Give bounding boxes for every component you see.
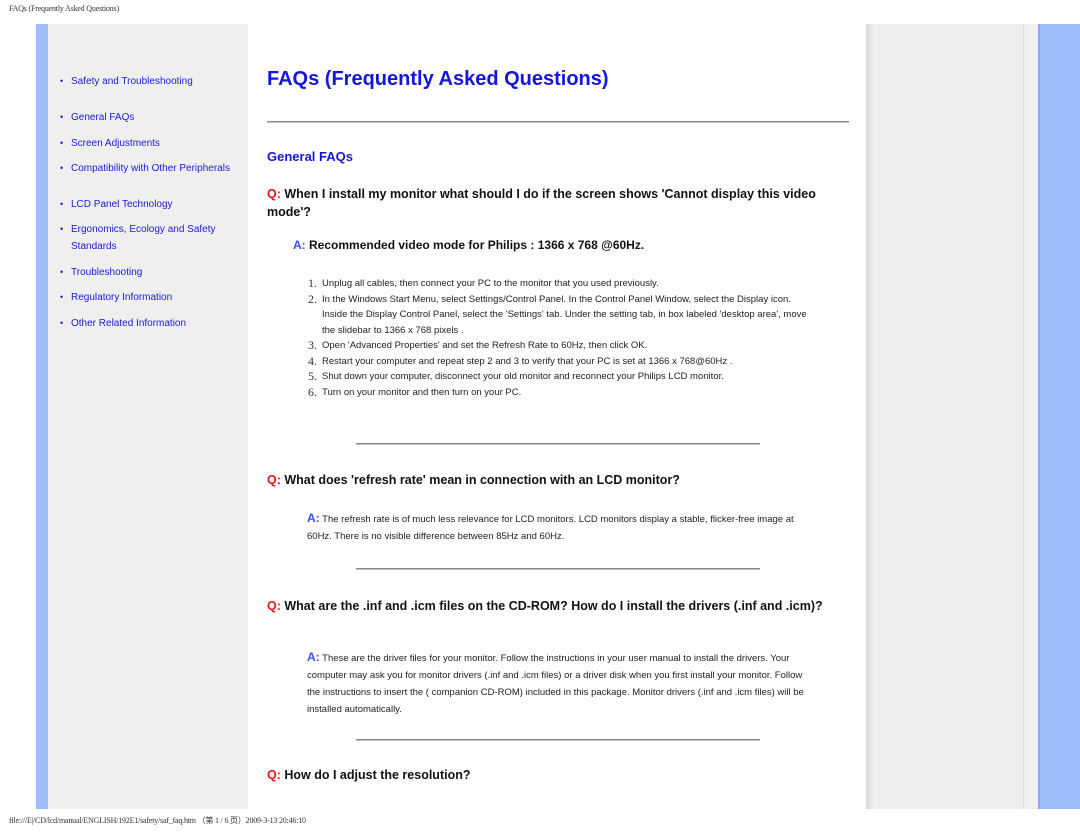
faq-question: Q: How do I adjust the resolution? xyxy=(267,766,852,784)
step-text: In the Windows Start Menu, select Settin… xyxy=(322,293,807,336)
bullet-icon: • xyxy=(60,318,64,328)
sidebar-item-ergonomics[interactable]: • Ergonomics, Ecology and Safety Standar… xyxy=(60,221,230,255)
sidebar-link[interactable]: Ergonomics, Ecology and Safety Standards xyxy=(71,224,216,252)
faq-divider xyxy=(356,568,760,570)
faq-answer: A: The refresh rate is of much less rele… xyxy=(307,510,807,545)
panel-line xyxy=(1023,24,1024,809)
question-text: When I install my monitor what should I … xyxy=(267,187,816,219)
step-item: 6. Turn on your monitor and then turn on … xyxy=(308,385,808,401)
sidebar-item-screen-adjustments[interactable]: • Screen Adjustments xyxy=(60,135,250,152)
bullet-icon: • xyxy=(60,267,64,277)
question-text: What does 'refresh rate' mean in connect… xyxy=(284,473,680,487)
faq-divider xyxy=(356,739,760,741)
question-text: What are the .inf and .icm files on the … xyxy=(284,599,823,613)
q-label: Q: xyxy=(267,473,281,487)
faq-question: Q: What does 'refresh rate' mean in conn… xyxy=(267,471,852,489)
answer-text: These are the driver files for your moni… xyxy=(307,653,804,715)
sidebar-item-general-faqs[interactable]: • General FAQs xyxy=(60,109,250,126)
sidebar-item-troubleshooting[interactable]: • Troubleshooting xyxy=(60,264,250,281)
step-text: Shut down your computer, disconnect your… xyxy=(322,371,724,382)
a-label: A: xyxy=(293,238,306,252)
sidebar-link[interactable]: General FAQs xyxy=(71,112,134,123)
step-number: 5. xyxy=(308,369,317,383)
q-label: Q: xyxy=(267,599,281,613)
bullet-icon: • xyxy=(60,112,64,122)
bullet-icon: • xyxy=(60,224,64,234)
bullet-icon: • xyxy=(60,138,64,148)
step-item: 2. In the Windows Start Menu, select Sett… xyxy=(308,292,808,339)
step-item: 3. Open 'Advanced Properties' and set the… xyxy=(308,338,808,354)
q-label: Q: xyxy=(267,187,281,201)
a-label: A: xyxy=(307,650,320,664)
sidebar-link[interactable]: Screen Adjustments xyxy=(71,138,160,149)
a-label: A: xyxy=(307,511,320,525)
step-item: 5. Shut down your computer, disconnect yo… xyxy=(308,369,808,385)
step-number: 3. xyxy=(308,338,317,352)
sidebar-link[interactable]: Safety and Troubleshooting xyxy=(71,76,193,87)
page-title: FAQs (Frequently Asked Questions) xyxy=(267,68,609,90)
sidebar-item-regulatory-information[interactable]: • Regulatory Information xyxy=(60,289,250,306)
sidebar-item-lcd-panel-technology[interactable]: • LCD Panel Technology xyxy=(60,196,250,213)
step-number: 4. xyxy=(308,353,317,368)
step-number: 6. xyxy=(308,384,317,399)
left-decorative-stripe xyxy=(36,24,48,809)
step-text: Turn on your monitor and then turn on yo… xyxy=(322,386,522,398)
step-number: 2. xyxy=(308,291,317,306)
main-content: FAQs (Frequently Asked Questions) Genera… xyxy=(248,24,866,809)
sidebar-nav: • Safety and Troubleshooting • General F… xyxy=(48,24,248,809)
bullet-icon: • xyxy=(60,76,64,86)
sidebar-link[interactable]: Regulatory Information xyxy=(71,292,172,303)
step-text: Unplug all cables, then connect your PC … xyxy=(322,278,659,289)
sidebar-link[interactable]: Other Related Information xyxy=(71,318,186,329)
right-decorative-stripe xyxy=(1038,24,1080,809)
page-header-title: FAQs (Frequently Asked Questions) xyxy=(9,4,119,13)
step-number: 1. xyxy=(308,276,317,290)
faq-answer-heading: A: Recommended video mode for Philips : … xyxy=(293,238,644,252)
section-title: General FAQs xyxy=(267,149,353,164)
steps-list: 1. Unplug all cables, then connect your P… xyxy=(308,276,808,400)
faq-question: Q: When I install my monitor what should… xyxy=(267,185,852,221)
bullet-icon: • xyxy=(60,292,64,302)
step-text: Restart your computer and repeat step 2 … xyxy=(322,355,733,367)
page-footer-path: file:///E|/CD/lcd/manual/ENGLISH/192E1/s… xyxy=(9,816,306,825)
panel-shade xyxy=(866,24,874,809)
q-label: Q: xyxy=(267,768,281,782)
sidebar-link[interactable]: Compatibility with Other Peripherals xyxy=(71,163,230,174)
step-item: 1. Unplug all cables, then connect your P… xyxy=(308,276,808,292)
question-text: How do I adjust the resolution? xyxy=(284,768,471,782)
sidebar-item-safety-and-troubleshooting[interactable]: • Safety and Troubleshooting xyxy=(60,73,250,90)
sidebar-item-other-related-information[interactable]: • Other Related Information xyxy=(60,315,250,332)
title-divider xyxy=(267,121,849,123)
step-item: 4. Restart your computer and repeat step … xyxy=(308,354,808,370)
faq-answer: A: These are the driver files for your m… xyxy=(307,649,807,718)
sidebar-item-compatibility[interactable]: • Compatibility with Other Peripherals xyxy=(60,160,250,177)
sidebar-link[interactable]: LCD Panel Technology xyxy=(71,199,173,210)
bullet-icon: • xyxy=(60,199,64,209)
right-gap xyxy=(1026,24,1038,809)
step-text: Open 'Advanced Properties' and set the R… xyxy=(322,340,648,351)
answer-text: The refresh rate is of much less relevan… xyxy=(307,514,794,542)
bullet-icon: • xyxy=(60,163,64,173)
right-decorative-panel xyxy=(866,24,1026,809)
sidebar-link[interactable]: Troubleshooting xyxy=(71,267,142,278)
faq-divider xyxy=(356,443,760,445)
faq-question: Q: What are the .inf and .icm files on t… xyxy=(267,597,852,615)
answer-text: Recommended video mode for Philips : 136… xyxy=(309,238,645,252)
